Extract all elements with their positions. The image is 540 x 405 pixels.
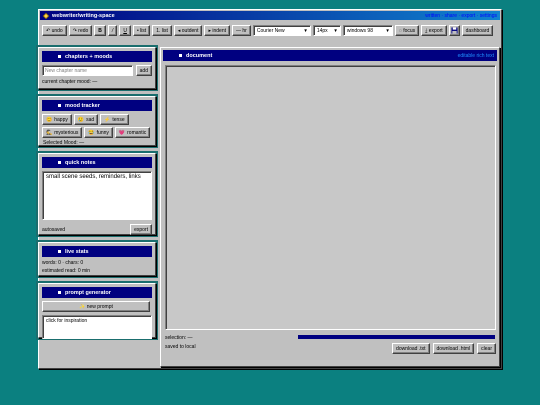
redo-button[interactable]: ↷ redo xyxy=(68,25,93,36)
quick-notes-title: quick notes xyxy=(65,159,96,166)
font-select[interactable]: Courier New ▼ xyxy=(252,25,311,36)
save-button[interactable] xyxy=(448,25,460,36)
editor-toolbar: ↶ undo ↷ redo B / U • list 1. list ◂ out… xyxy=(40,21,500,51)
window-title: webwriter/writing-space xyxy=(52,12,115,19)
chapter-name-input[interactable]: New chapter name xyxy=(42,65,133,76)
app-icon xyxy=(42,12,50,19)
quick-notes-textarea[interactable]: small scene seeds, reminders, links xyxy=(42,171,152,220)
document-title: document xyxy=(186,52,213,59)
prompt-generator-title: prompt generator xyxy=(65,289,111,296)
prompt-generator-panel: prompt generator ✨ new prompt click for … xyxy=(38,283,156,339)
mood-buttons: 😊 happy 😢 sad ⚡ tense 🕵 mysterious 😂 funny 💗 r… xyxy=(42,114,152,146)
chevron-down-icon: ▼ xyxy=(333,28,338,33)
happy-face-icon: 😊 xyxy=(46,116,53,123)
live-stats-title: live stats xyxy=(65,248,89,255)
sad-face-icon: 😢 xyxy=(77,116,85,123)
bullet-icon xyxy=(58,250,61,253)
focus-button[interactable]: ◌ focus xyxy=(394,25,420,36)
prompt-generator-header: prompt generator xyxy=(42,287,152,298)
bold-button[interactable]: B xyxy=(94,25,106,36)
theme-value: windows 98 xyxy=(346,27,373,34)
floppy-disk-icon xyxy=(451,27,458,34)
bullet-icon xyxy=(58,104,61,107)
chapters-panel-header: chapters + moods xyxy=(42,51,152,62)
indent-button[interactable]: ▸ indent xyxy=(204,25,230,36)
word-char-count: words: 0 · chars: 0 xyxy=(42,260,84,266)
mood-tracker-title: mood tracker xyxy=(65,102,100,109)
save-status: saved to local xyxy=(165,344,196,350)
mood-sad-button[interactable]: 😢 sad xyxy=(73,114,99,125)
bullet-icon xyxy=(58,55,61,58)
outdent-button[interactable]: ◂ outdent xyxy=(173,25,203,36)
bullet-icon xyxy=(58,161,61,164)
document-header-note: editable rich text xyxy=(457,52,494,59)
font-select-value: Courier New xyxy=(256,27,285,34)
mood-funny-button[interactable]: 😂 funny xyxy=(84,127,113,138)
bullet-icon xyxy=(179,54,182,57)
add-chapter-button[interactable]: add xyxy=(135,65,152,76)
mood-label: happy xyxy=(54,116,68,123)
document-footer-bar xyxy=(298,335,495,339)
quick-notes-header: quick notes xyxy=(42,157,152,168)
title-bar: webwriter/writing-space written · share … xyxy=(40,11,500,20)
document-header: document editable rich text xyxy=(163,50,497,61)
document-actions: download .txt download .html clear xyxy=(392,343,496,354)
quick-notes-panel: quick notes small scene seeds, reminders… xyxy=(38,153,156,235)
bullet-list-button[interactable]: • list xyxy=(132,25,151,36)
title-links[interactable]: written · share · export · settings xyxy=(425,13,497,19)
detective-icon: 🕵 xyxy=(46,129,53,136)
document-panel: document editable rich text selection: —… xyxy=(160,47,500,367)
chevron-down-icon: ▼ xyxy=(303,28,308,33)
italic-button[interactable]: / xyxy=(107,25,118,36)
mood-label: romantic xyxy=(127,129,147,136)
mood-label: sad xyxy=(86,116,95,123)
selected-mood-label: Selected Mood: — xyxy=(43,140,85,146)
mood-tracker-panel: mood tracker 😊 happy 😢 sad ⚡ tense 🕵 mysteri… xyxy=(38,96,156,146)
mood-label: tense xyxy=(112,116,125,123)
document-editor[interactable] xyxy=(165,65,496,330)
bullet-icon xyxy=(58,291,61,294)
heart-icon: 💗 xyxy=(118,129,126,136)
undo-button[interactable]: ↶ undo xyxy=(42,25,67,36)
mood-tracker-header: mood tracker xyxy=(42,100,152,111)
chevron-down-icon: ▼ xyxy=(385,28,390,33)
font-size-value: 14px xyxy=(316,27,328,34)
mood-mysterious-button[interactable]: 🕵 mysterious xyxy=(42,127,83,138)
font-size-select[interactable]: 14px ▼ xyxy=(312,25,341,36)
mood-label: mysterious xyxy=(54,129,79,136)
live-stats-header: live stats xyxy=(42,246,152,257)
mood-romantic-button[interactable]: 💗 romantic xyxy=(114,127,151,138)
lightning-icon: ⚡ xyxy=(104,116,111,123)
live-stats-panel: live stats words: 0 · chars: 0 estimated… xyxy=(38,242,156,276)
clear-button[interactable]: clear xyxy=(477,343,496,354)
export-notes-button[interactable]: export xyxy=(130,224,152,235)
selection-status: selection: — xyxy=(165,335,193,341)
chapters-title: chapters + moods xyxy=(65,53,113,60)
current-mood-label: current chapter mood: — xyxy=(42,79,98,85)
download-html-button[interactable]: download .html xyxy=(432,343,475,354)
laughing-face-icon: 😂 xyxy=(88,129,95,136)
numbered-list-button[interactable]: 1. list xyxy=(152,25,172,36)
prompt-output: click for inspiration xyxy=(42,315,152,339)
mood-happy-button[interactable]: 😊 happy xyxy=(42,114,72,125)
download-txt-button[interactable]: download .txt xyxy=(392,343,430,354)
chapters-panel: chapters + moods New chapter name add cu… xyxy=(38,47,156,89)
new-prompt-button[interactable]: ✨ new prompt xyxy=(42,301,150,312)
export-button[interactable]: ⤓ export xyxy=(421,25,447,36)
mood-tense-button[interactable]: ⚡ tense xyxy=(100,114,129,125)
underline-button[interactable]: U xyxy=(119,25,131,36)
autosave-status: autosaved xyxy=(42,226,66,233)
mood-label: funny xyxy=(96,129,109,136)
read-time: estimated read: 0 min xyxy=(42,268,91,274)
theme-select[interactable]: windows 98 ▼ xyxy=(342,25,393,36)
dashboard-button[interactable]: dashboard xyxy=(461,25,494,36)
horizontal-rule-button[interactable]: — hr xyxy=(232,25,251,36)
